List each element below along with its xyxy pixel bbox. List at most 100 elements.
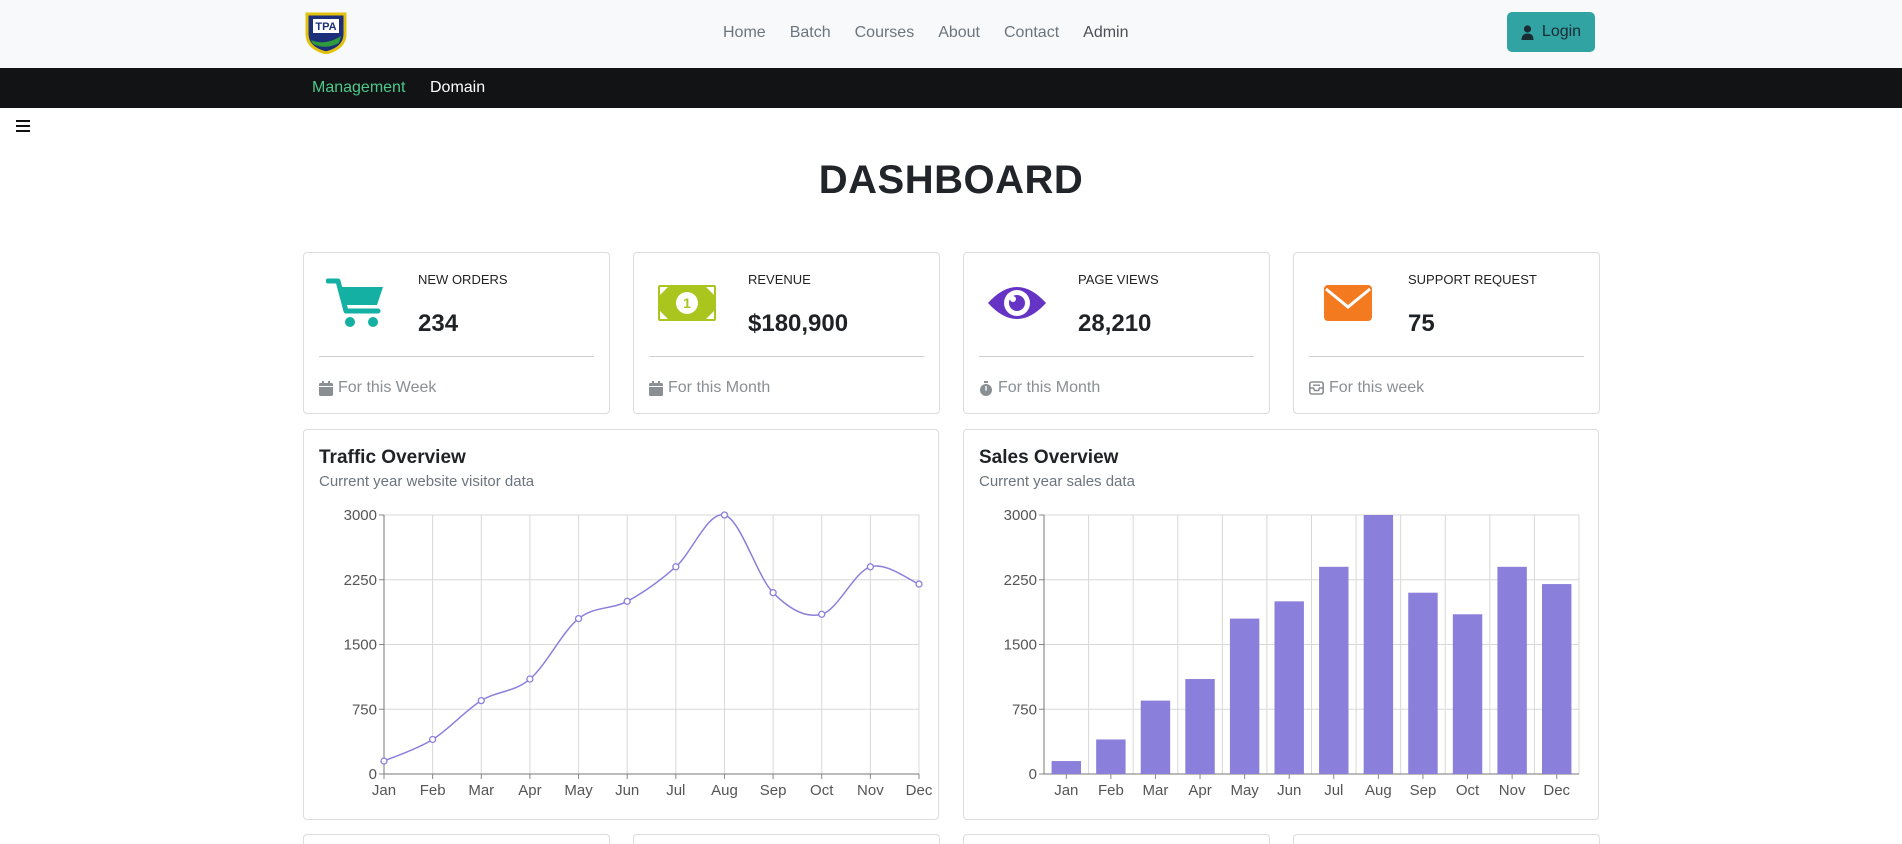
point-jul — [672, 563, 680, 571]
x-tick-label: Dec — [906, 782, 933, 799]
y-tick-label: 0 — [1029, 766, 1037, 783]
x-tick-label: Jul — [1324, 782, 1343, 799]
point-may — [574, 614, 583, 623]
point-oct — [818, 610, 826, 618]
bar-mar — [1140, 700, 1171, 774]
x-tick-label: Mar — [468, 782, 494, 799]
stopwatch-icon — [980, 380, 992, 396]
stat-value: $180,900 — [748, 310, 849, 337]
subnav-management[interactable]: Management — [312, 79, 405, 97]
y-tick-label: 3000 — [344, 507, 377, 524]
page-title: DASHBOARD — [818, 158, 1084, 202]
envelope-icon — [1316, 275, 1378, 331]
subnav-domain[interactable]: Domain — [430, 79, 485, 97]
x-tick-label: Jun — [615, 782, 639, 799]
sales-overview-card: Sales Overview Current year sales data 0… — [963, 429, 1599, 820]
point-aug — [720, 511, 729, 519]
x-tick-label: Feb — [420, 782, 446, 799]
cart-icon — [325, 275, 388, 331]
calendar-icon — [319, 380, 333, 396]
x-tick-label: Jan — [1054, 782, 1078, 799]
nav-contact[interactable]: Contact — [1004, 21, 1059, 45]
stat-label: PAGE VIEWS — [1078, 272, 1159, 287]
stat-card-new-orders: NEW ORDERS 234 For this Week — [303, 252, 610, 414]
point-mar — [477, 696, 485, 705]
nav-courses[interactable]: Courses — [855, 21, 915, 45]
bar-nov — [1497, 566, 1527, 774]
x-tick-label: Mar — [1143, 782, 1169, 799]
bar-apr — [1185, 679, 1215, 774]
x-tick-label: May — [564, 782, 593, 799]
x-tick-label: Apr — [1188, 782, 1211, 799]
bar-jan — [1051, 761, 1082, 774]
point-dec — [915, 580, 923, 588]
traffic-line — [383, 514, 920, 762]
y-tick-label: 750 — [1012, 701, 1037, 718]
x-tick-label: May — [1230, 782, 1259, 799]
tpa-shield-logo[interactable]: TPA — [303, 10, 349, 55]
nav-batch[interactable]: Batch — [790, 21, 831, 45]
stat-value: 75 — [1408, 310, 1435, 337]
x-tick-label: Oct — [810, 782, 834, 799]
bar-sep — [1408, 592, 1438, 774]
x-tick-label: Feb — [1098, 782, 1124, 799]
point-nov — [866, 563, 875, 571]
x-tick-label: Jul — [666, 782, 685, 799]
x-tick-label: Sep — [760, 782, 787, 799]
x-tick-label: Jun — [1277, 782, 1301, 799]
nav-admin[interactable]: Admin — [1083, 21, 1128, 45]
stat-footer: For this week — [1309, 379, 1424, 397]
stat-card-support-request: SUPPORT REQUEST 75 For this week — [1293, 252, 1600, 414]
bar-oct — [1452, 614, 1483, 774]
point-jun — [623, 597, 631, 605]
main-nav: Home Batch Courses About Contact Admin — [723, 21, 1153, 45]
nav-home[interactable]: Home — [723, 21, 766, 45]
x-tick-label: Aug — [711, 782, 738, 799]
x-tick-label: Jan — [372, 782, 396, 799]
eye-icon — [986, 275, 1048, 331]
bar-aug — [1363, 515, 1394, 774]
stat-footer: For this Week — [319, 379, 436, 397]
bar-dec — [1541, 584, 1572, 774]
login-label: Login — [1541, 23, 1582, 40]
divider — [979, 356, 1254, 357]
user-icon — [1521, 24, 1534, 40]
point-apr — [526, 675, 534, 683]
sub-navbar: Management Domain — [0, 68, 1902, 108]
y-tick-label: 1500 — [344, 637, 377, 654]
x-tick-label: Sep — [1410, 782, 1437, 799]
point-sep — [769, 589, 777, 597]
point-jan — [380, 757, 388, 765]
y-tick-label: 3000 — [1004, 507, 1037, 524]
point-feb — [428, 735, 437, 744]
x-tick-label: Nov — [1499, 782, 1526, 799]
money-icon: 1 — [656, 275, 718, 331]
svg-text:TPA: TPA — [315, 21, 336, 33]
stat-label: REVENUE — [748, 272, 811, 287]
divider — [1309, 356, 1584, 357]
hamburger-menu-icon[interactable] — [16, 120, 30, 134]
x-tick-label: Dec — [1543, 782, 1570, 799]
top-navbar: TPA Home Batch Courses About Contact Adm… — [0, 0, 1902, 68]
divider — [319, 356, 594, 357]
stat-card-revenue: 1 REVENUE $180,900 For this Month — [633, 252, 940, 414]
x-tick-label: Aug — [1365, 782, 1392, 799]
calendar-icon — [649, 380, 663, 396]
stat-label: NEW ORDERS — [418, 272, 508, 287]
stat-footer: For this Month — [979, 379, 1100, 397]
stat-footer: For this Month — [649, 379, 770, 397]
stat-label: SUPPORT REQUEST — [1408, 272, 1537, 287]
nav-about[interactable]: About — [938, 21, 980, 45]
x-tick-label: Nov — [857, 782, 884, 799]
bar-may — [1229, 618, 1260, 774]
y-tick-label: 2250 — [344, 572, 377, 589]
x-tick-label: Apr — [518, 782, 541, 799]
y-tick-label: 0 — [369, 766, 377, 783]
stat-card-page-views: PAGE VIEWS 28,210 For this Month — [963, 252, 1270, 414]
sales-chart: 0 750 1500 2250 3000 Jan Feb Mar Apr May Jun Jul Aug… — [1004, 507, 1580, 799]
inbox-icon — [1309, 381, 1324, 395]
traffic-chart: 0 750 1500 2250 3000 Jan Feb Mar Apr May Jun Jul Aug… — [344, 507, 933, 799]
login-button[interactable]: Login — [1507, 12, 1595, 52]
divider — [649, 356, 924, 357]
y-tick-label: 1500 — [1004, 637, 1037, 654]
